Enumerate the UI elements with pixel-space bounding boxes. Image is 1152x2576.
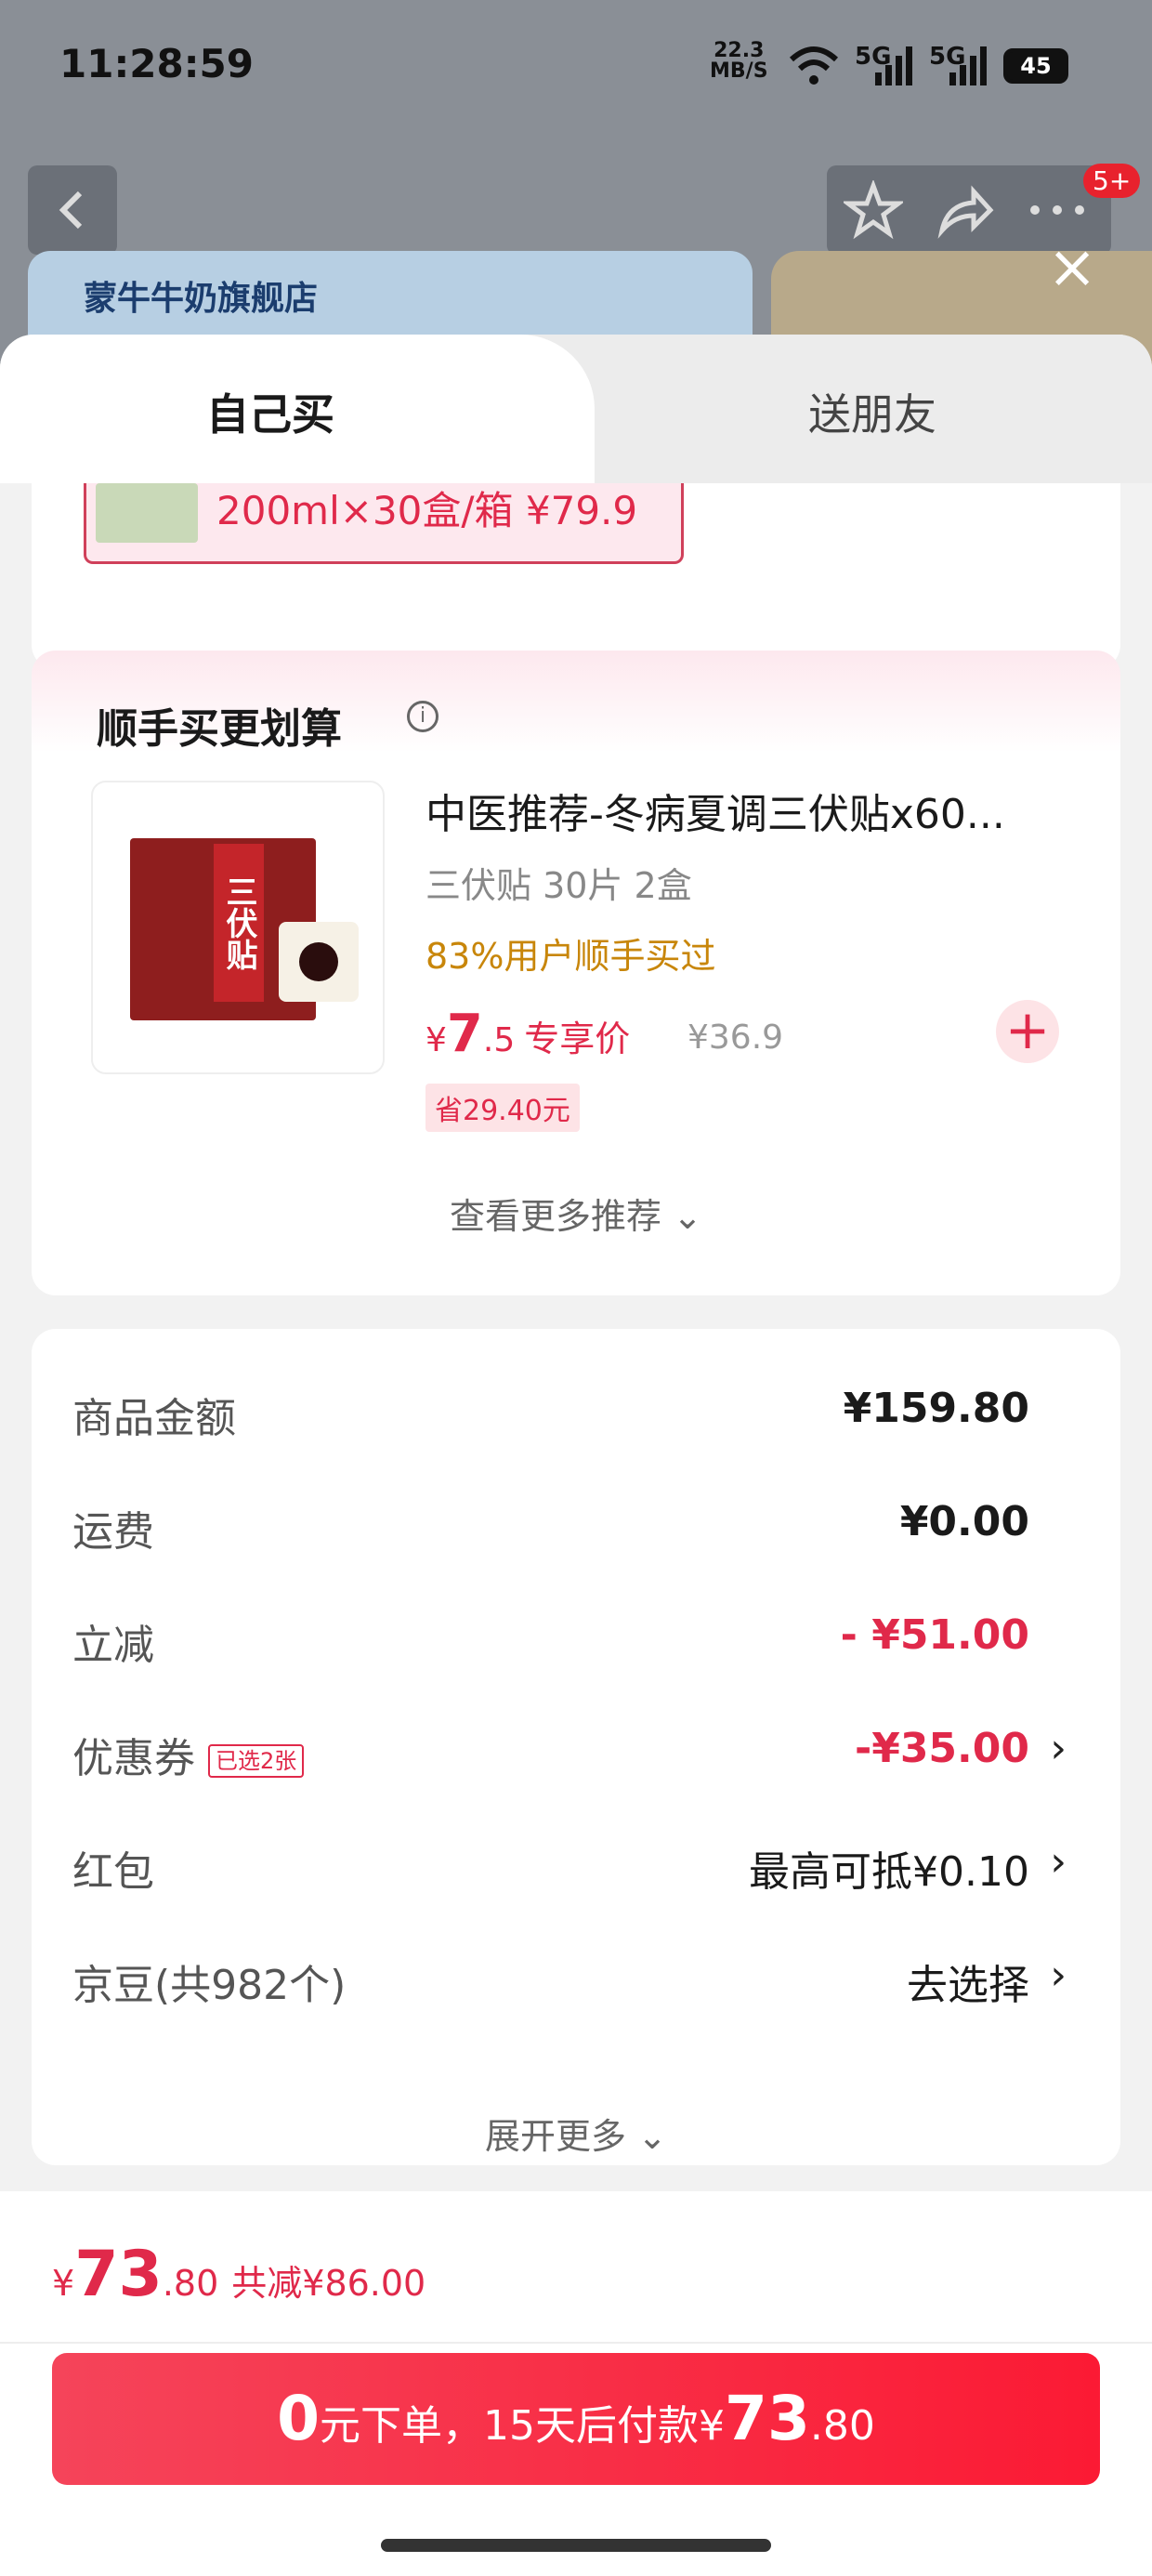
total-currency: ¥ [52, 2263, 75, 2304]
home-indicator[interactable] [381, 2539, 771, 2552]
signal-icon [875, 46, 912, 85]
network-speed: 22.3 MB/S [710, 39, 768, 83]
notification-badge: 5+ [1083, 164, 1141, 198]
summary-value: 去选择 [907, 1962, 1029, 2009]
price-decimal: .5 [482, 1021, 516, 1059]
save-badge: 省29.40元 [425, 1084, 580, 1132]
chevron-right-icon: › [1050, 1838, 1067, 1886]
summary-row-coupon[interactable]: 优惠券 已选2张 -¥35.00 › [72, 1725, 1067, 1808]
star-icon[interactable] [844, 180, 903, 240]
product-price: ¥7.5 专享价 [425, 1004, 630, 1064]
battery-icon: 45 [1003, 48, 1068, 84]
summary-row-discount: 立减 - ¥51.00 [72, 1611, 1067, 1695]
price-currency: ¥ [425, 1021, 447, 1059]
summary-label: 优惠券 已选2张 [72, 1725, 305, 1784]
coupon-selected-tag: 已选2张 [208, 1744, 305, 1778]
summary-value: 最高可抵¥0.10 [749, 1848, 1029, 1896]
add-to-cart-button[interactable]: + [996, 1000, 1059, 1063]
product-thumbnail[interactable]: 三伏贴 [91, 781, 385, 1074]
status-time: 11:28:59 [59, 41, 254, 86]
product-social-proof: 83%用户顺手买过 [425, 936, 716, 977]
summary-label: 红包 [72, 1848, 154, 1896]
patch-dot [299, 942, 338, 981]
tab-self[interactable]: 自己买 [206, 381, 334, 442]
summary-value: - ¥51.00 [840, 1611, 1029, 1659]
summary-label: 商品金额 [72, 1395, 236, 1442]
chevron-right-icon: › [1050, 1725, 1067, 1772]
status-bar: 11:28:59 22.3 MB/S 5G 5G 45 [0, 0, 1152, 139]
previous-item-card: 200ml×30盒/箱 ¥79.9 [32, 483, 1120, 669]
wifi-icon [789, 46, 839, 85]
more-recommendations-link[interactable]: 查看更多推荐 ⌄ [32, 1188, 1120, 1239]
product-name[interactable]: 中医推荐-冬病夏调三伏贴x60... [425, 781, 1094, 840]
expand-more-link[interactable]: 展开更多 ⌄ [32, 2108, 1120, 2159]
bottom-bar: ¥73.80 共减¥86.00 0元下单，15天后付款¥73.80 [0, 2191, 1152, 2576]
summary-value: -¥35.00 [854, 1725, 1029, 1772]
summary-label: 运费 [72, 1508, 154, 1556]
total-price: ¥73.80 共减¥86.00 [52, 2238, 425, 2311]
tab-gift[interactable]: 送朋友 [808, 381, 936, 442]
tab-bar: 自己买 送朋友 [0, 335, 1152, 483]
pay-later-button[interactable]: 0元下单，15天后付款¥73.80 [52, 2353, 1100, 2485]
summary-label: 京豆(共982个) [72, 1962, 347, 2009]
share-icon[interactable] [935, 180, 994, 240]
summary-row-jingdou[interactable]: 京豆(共982个) 去选择 › [72, 1952, 1067, 2035]
summary-value: ¥0.00 [899, 1498, 1029, 1545]
previous-item-image [96, 483, 198, 543]
product-box-label: 三伏贴 [214, 844, 264, 1002]
recommend-title: 顺手买更划算 [97, 705, 342, 753]
price-integer: 7 [446, 1004, 483, 1064]
more-icon[interactable] [1024, 180, 1091, 240]
back-button[interactable] [28, 165, 117, 255]
total-decimal: .80 [162, 2263, 219, 2304]
previous-item-text: 200ml×30盒/箱 ¥79.9 [216, 488, 638, 533]
product-spec: 三伏贴 30片 2盒 [425, 865, 692, 906]
recommend-card: 顺手买更划算 i 三伏贴 中医推荐-冬病夏调三伏贴x60... 三伏贴 30片 … [32, 651, 1120, 1295]
total-reduction: 共减¥86.00 [231, 2263, 426, 2304]
summary-row-shipping: 运费 ¥0.00 [72, 1498, 1067, 1582]
patch-image [279, 922, 359, 1002]
signal-icon-2 [949, 46, 987, 85]
chevron-right-icon: › [1050, 1952, 1067, 1999]
divider [0, 2342, 1152, 2344]
previous-item-banner: 200ml×30盒/箱 ¥79.9 [84, 483, 684, 564]
price-tag: 专享价 [524, 1019, 631, 1059]
store-name: 蒙牛牛奶旗舰店 [84, 280, 319, 318]
info-icon[interactable]: i [407, 701, 439, 732]
summary-value: ¥159.80 [843, 1385, 1029, 1432]
original-price: ¥36.9 [687, 1019, 784, 1057]
chevron-left-icon [59, 191, 83, 230]
checkout-sheet: 自己买 送朋友 200ml×30盒/箱 ¥79.9 顺手买更划算 i 三伏贴 中… [0, 335, 1152, 2576]
summary-row-goods: 商品金额 ¥159.80 [72, 1385, 1067, 1468]
price-summary-card: 商品金额 ¥159.80 运费 ¥0.00 立减 - ¥51.00 优惠券 已选2… [32, 1329, 1120, 2165]
summary-label: 立减 [72, 1622, 154, 1669]
total-integer: 73 [74, 2238, 163, 2311]
close-icon[interactable]: × [1044, 238, 1100, 297]
summary-row-redpacket[interactable]: 红包 最高可抵¥0.10 › [72, 1838, 1067, 1922]
